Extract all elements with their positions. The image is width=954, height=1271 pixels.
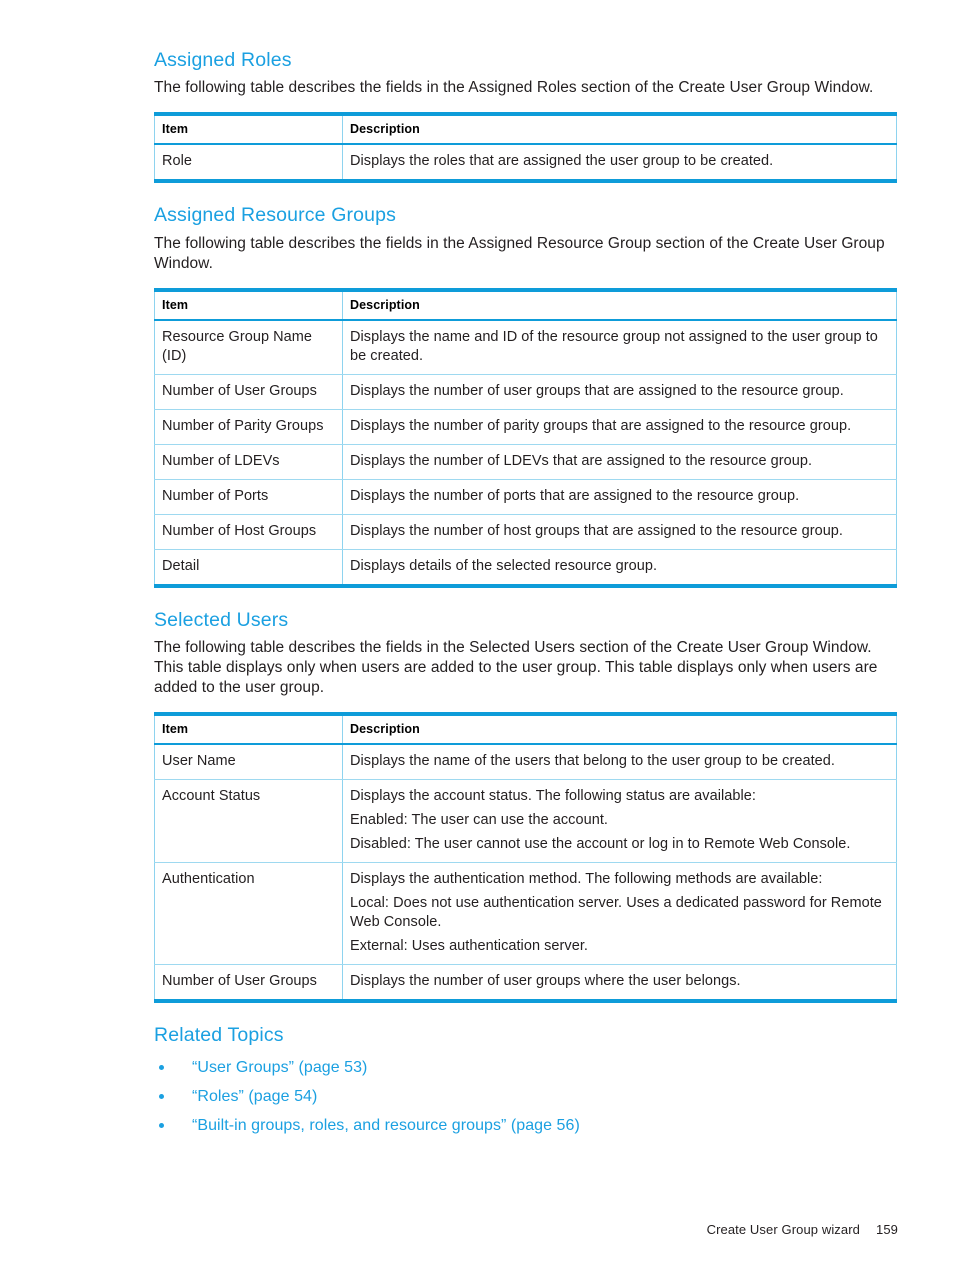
description-line: Displays the number of parity groups tha… — [350, 417, 852, 434]
description-line: Displays the name of the users that belo… — [350, 753, 835, 770]
section-intro-paragraph: The following table describes the fields… — [154, 639, 878, 697]
cell-description: Displays the number of LDEVs that are as… — [342, 444, 897, 480]
related-topics-heading: Related Topics — [154, 1024, 284, 1047]
assigned-resource-groups-table: Item Description Resource Group Name (ID… — [154, 287, 897, 588]
description-line: External: Uses authentication server. — [350, 938, 588, 955]
table-row: Detail Displays details of the selected … — [154, 549, 897, 586]
cell-item: Role — [154, 144, 343, 182]
list-item[interactable]: “Roles” (page 54) — [154, 1087, 898, 1107]
section-assigned-resource-groups: Assigned Resource Groups The following t… — [154, 203, 898, 588]
cell-description: Displays the name of the users that belo… — [342, 744, 897, 781]
table-row: User Name Displays the name of the users… — [154, 744, 897, 781]
table-row: Resource Group Name (ID) Displays the na… — [154, 319, 897, 375]
description-line: Displays the account status. The followi… — [350, 788, 756, 805]
description-line: Local: Does not use authentication serve… — [350, 895, 882, 931]
cell-item: Authentication — [154, 862, 343, 966]
related-topic-link[interactable]: “Roles” (page 54) — [192, 1088, 317, 1105]
selected-users-table: Item Description User Name Displays the … — [154, 712, 897, 1004]
page-content: Assigned Roles The following table descr… — [154, 48, 898, 1145]
description-line: Displays the number of LDEVs that are as… — [350, 452, 813, 469]
cell-item: Detail — [154, 549, 343, 586]
related-topic-link[interactable]: “Built-in groups, roles, and resource gr… — [192, 1117, 580, 1134]
footer-chapter-title: Create User Group wizard — [706, 1222, 860, 1237]
column-header-item: Item — [154, 289, 343, 321]
section-related-topics: Related Topics “User Groups” (page 53) “… — [154, 1023, 898, 1135]
description-line: Displays the number of user groups that … — [350, 382, 844, 399]
table-row: Authentication Displays the authenticati… — [154, 862, 897, 966]
cell-item: Number of User Groups — [154, 374, 343, 410]
bullet-icon — [159, 1122, 164, 1128]
table-row: Account Status Displays the account stat… — [154, 779, 897, 864]
cell-description: Displays the number of parity groups tha… — [342, 409, 897, 445]
cell-item: Number of LDEVs — [154, 444, 343, 480]
related-topic-link[interactable]: “User Groups” (page 53) — [192, 1059, 367, 1076]
cell-description: Displays the number of host groups that … — [342, 514, 897, 550]
section-selected-users: Selected Users The following table descr… — [154, 608, 898, 1004]
cell-item: Resource Group Name (ID) — [154, 319, 343, 375]
column-header-item: Item — [154, 114, 343, 146]
section-intro-paragraph: The following table describes the fields… — [154, 234, 885, 272]
cell-item: Number of Parity Groups — [154, 409, 343, 445]
section-intro-paragraph: The following table describes the fields… — [154, 79, 874, 97]
assigned-roles-table: Item Description Role Displays the roles… — [154, 112, 897, 184]
cell-description: Displays the name and ID of the resource… — [342, 319, 897, 375]
page-footer: Create User Group wizard 159 — [154, 1222, 898, 1237]
table-row: Number of Parity Groups Displays the num… — [154, 409, 897, 445]
table-header-row: Item Description — [154, 714, 897, 746]
bullet-icon — [159, 1064, 164, 1070]
cell-item: Number of User Groups — [154, 964, 343, 1002]
cell-description: Displays the number of user groups where… — [343, 965, 897, 1002]
description-line: Enabled: The user can use the account. — [350, 812, 608, 829]
list-item[interactable]: “Built-in groups, roles, and resource gr… — [154, 1116, 898, 1136]
list-item[interactable]: “User Groups” (page 53) — [154, 1058, 898, 1078]
description-line: Displays the number of user groups where… — [350, 973, 741, 990]
section-assigned-roles: Assigned Roles The following table descr… — [154, 48, 898, 184]
description-line: Displays the name and ID of the resource… — [350, 328, 878, 364]
cell-item: Account Status — [154, 779, 343, 864]
description-line: Displays details of the selected resourc… — [350, 557, 658, 574]
section-heading: Assigned Roles — [154, 49, 292, 71]
cell-description: Displays the roles that are assigned the… — [343, 144, 897, 181]
description-line: Displays the authentication method. The … — [350, 871, 823, 888]
footer-page-number: 159 — [876, 1222, 898, 1237]
column-header-description: Description — [342, 289, 897, 321]
description-line: Displays the number of host groups that … — [350, 522, 844, 539]
cell-description: Displays the account status. The followi… — [342, 779, 897, 864]
document-page: Assigned Roles The following table descr… — [0, 0, 954, 1271]
table-row: Number of User Groups Displays the numbe… — [154, 374, 897, 410]
table-row: Number of Host Groups Displays the numbe… — [154, 514, 897, 550]
cell-description: Displays the authentication method. The … — [342, 862, 897, 966]
column-header-description: Description — [342, 114, 897, 146]
description-line: Displays the number of ports that are as… — [350, 487, 800, 504]
cell-description: Displays the number of user groups that … — [342, 374, 897, 410]
section-heading: Selected Users — [154, 608, 289, 631]
table-header-row: Item Description — [154, 114, 897, 146]
cell-description: Displays details of the selected resourc… — [343, 549, 897, 586]
table-row: Number of LDEVs Displays the number of L… — [154, 444, 897, 480]
related-topics-list: “User Groups” (page 53) “Roles” (page 54… — [154, 1058, 898, 1136]
description-line: Displays the roles that are assigned the… — [350, 153, 774, 170]
table-header-row: Item Description — [154, 289, 897, 321]
cell-item: Number of Host Groups — [154, 514, 343, 550]
column-header-description: Description — [342, 714, 897, 746]
description-line: Disabled: The user cannot use the accoun… — [350, 836, 851, 853]
cell-description: Displays the number of ports that are as… — [342, 479, 897, 515]
cell-item: Number of Ports — [154, 479, 343, 515]
table-row: Role Displays the roles that are assigne… — [154, 144, 897, 182]
bullet-icon — [159, 1093, 164, 1099]
table-row: Number of User Groups Displays the numbe… — [154, 964, 897, 1002]
column-header-item: Item — [154, 714, 343, 746]
section-heading: Assigned Resource Groups — [154, 204, 397, 227]
cell-item: User Name — [154, 744, 343, 781]
table-row: Number of Ports Displays the number of p… — [154, 479, 897, 515]
